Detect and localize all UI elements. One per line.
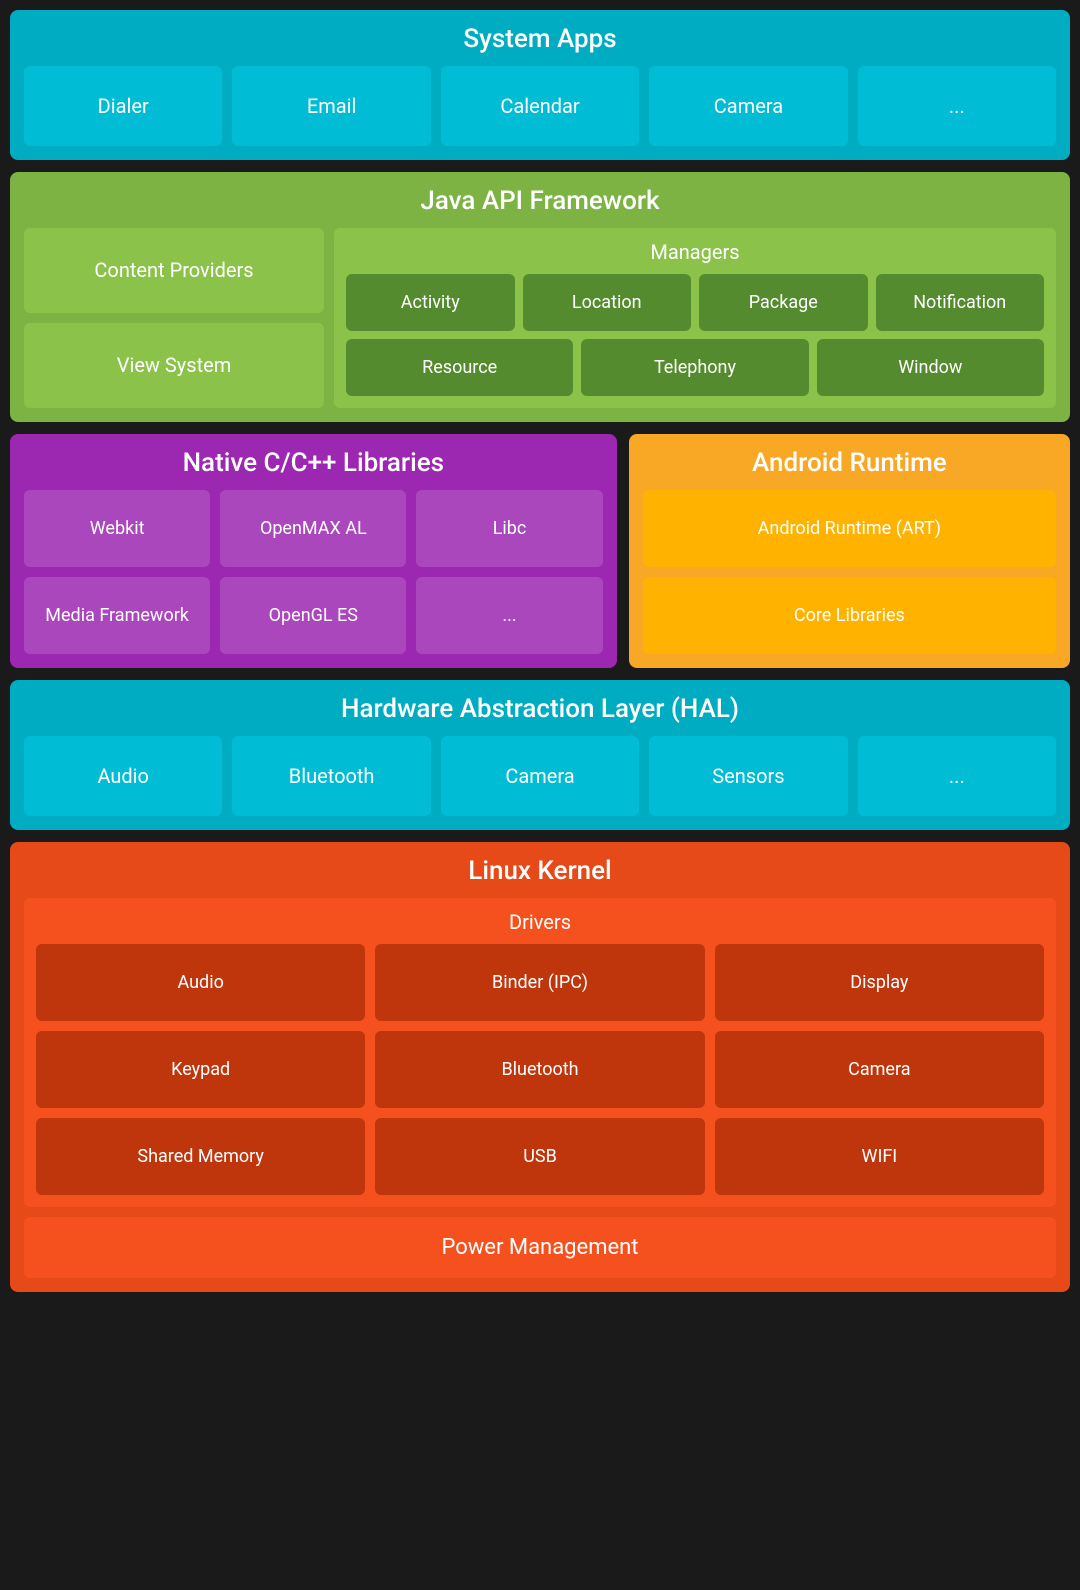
manager-activity: Activity [346, 274, 515, 331]
managers-row-2: Resource Telephony Window [346, 339, 1044, 396]
driver-bluetooth: Bluetooth [375, 1031, 704, 1108]
hal-sensors: Sensors [649, 736, 847, 816]
java-api-right: Managers Activity Location Package Notif… [334, 228, 1056, 408]
system-apps-title: System Apps [24, 24, 1056, 54]
native-openmax: OpenMAX AL [220, 490, 406, 567]
managers-grid: Activity Location Package Notification R… [346, 274, 1044, 396]
app-camera: Camera [649, 66, 847, 146]
manager-notification: Notification [876, 274, 1045, 331]
native-more: ... [416, 577, 602, 654]
native-opengl: OpenGL ES [220, 577, 406, 654]
native-grid: Webkit OpenMAX AL Libc Media Framework O… [24, 490, 603, 654]
driver-keypad: Keypad [36, 1031, 365, 1108]
linux-kernel-title: Linux Kernel [24, 856, 1056, 886]
native-libc: Libc [416, 490, 602, 567]
app-email: Email [232, 66, 430, 146]
runtime-grid: Android Runtime (ART) Core Libraries [643, 490, 1056, 654]
driver-shared-memory: Shared Memory [36, 1118, 365, 1195]
native-webkit: Webkit [24, 490, 210, 567]
hal-camera: Camera [441, 736, 639, 816]
hal-layer: Hardware Abstraction Layer (HAL) Audio B… [10, 680, 1070, 830]
system-apps-grid: Dialer Email Calendar Camera ... [24, 66, 1056, 146]
hal-bluetooth: Bluetooth [232, 736, 430, 816]
java-api-title: Java API Framework [24, 186, 1056, 216]
hal-audio: Audio [24, 736, 222, 816]
runtime-art: Android Runtime (ART) [643, 490, 1056, 567]
hal-more: ... [858, 736, 1056, 816]
java-api-inner: Content Providers View System Managers A… [24, 228, 1056, 408]
runtime-core-libraries: Core Libraries [643, 577, 1056, 654]
content-providers-box: Content Providers [24, 228, 324, 313]
app-dialer: Dialer [24, 66, 222, 146]
drivers-section: Drivers Audio Binder (IPC) Display Keypa… [24, 898, 1056, 1207]
driver-binder: Binder (IPC) [375, 944, 704, 1021]
drivers-title: Drivers [36, 910, 1044, 934]
manager-window: Window [817, 339, 1044, 396]
hal-title: Hardware Abstraction Layer (HAL) [24, 694, 1056, 724]
native-cpp-layer: Native C/C++ Libraries Webkit OpenMAX AL… [10, 434, 617, 668]
app-more: ... [858, 66, 1056, 146]
android-runtime-layer: Android Runtime Android Runtime (ART) Co… [629, 434, 1070, 668]
driver-wifi: WIFI [715, 1118, 1044, 1195]
manager-location: Location [523, 274, 692, 331]
power-management: Power Management [24, 1217, 1056, 1278]
manager-resource: Resource [346, 339, 573, 396]
driver-display: Display [715, 944, 1044, 1021]
drivers-grid: Audio Binder (IPC) Display Keypad Blueto… [36, 944, 1044, 1195]
hal-grid: Audio Bluetooth Camera Sensors ... [24, 736, 1056, 816]
view-system-box: View System [24, 323, 324, 408]
manager-package: Package [699, 274, 868, 331]
java-api-left: Content Providers View System [24, 228, 324, 408]
system-apps-layer: System Apps Dialer Email Calendar Camera… [10, 10, 1070, 160]
manager-telephony: Telephony [581, 339, 808, 396]
android-runtime-title: Android Runtime [643, 448, 1056, 478]
app-calendar: Calendar [441, 66, 639, 146]
java-api-layer: Java API Framework Content Providers Vie… [10, 172, 1070, 422]
managers-title: Managers [346, 240, 1044, 264]
native-cpp-title: Native C/C++ Libraries [24, 448, 603, 478]
driver-audio: Audio [36, 944, 365, 1021]
linux-kernel-layer: Linux Kernel Drivers Audio Binder (IPC) … [10, 842, 1070, 1292]
driver-usb: USB [375, 1118, 704, 1195]
managers-row-1: Activity Location Package Notification [346, 274, 1044, 331]
driver-camera: Camera [715, 1031, 1044, 1108]
native-media-framework: Media Framework [24, 577, 210, 654]
native-runtime-row: Native C/C++ Libraries Webkit OpenMAX AL… [10, 434, 1070, 668]
